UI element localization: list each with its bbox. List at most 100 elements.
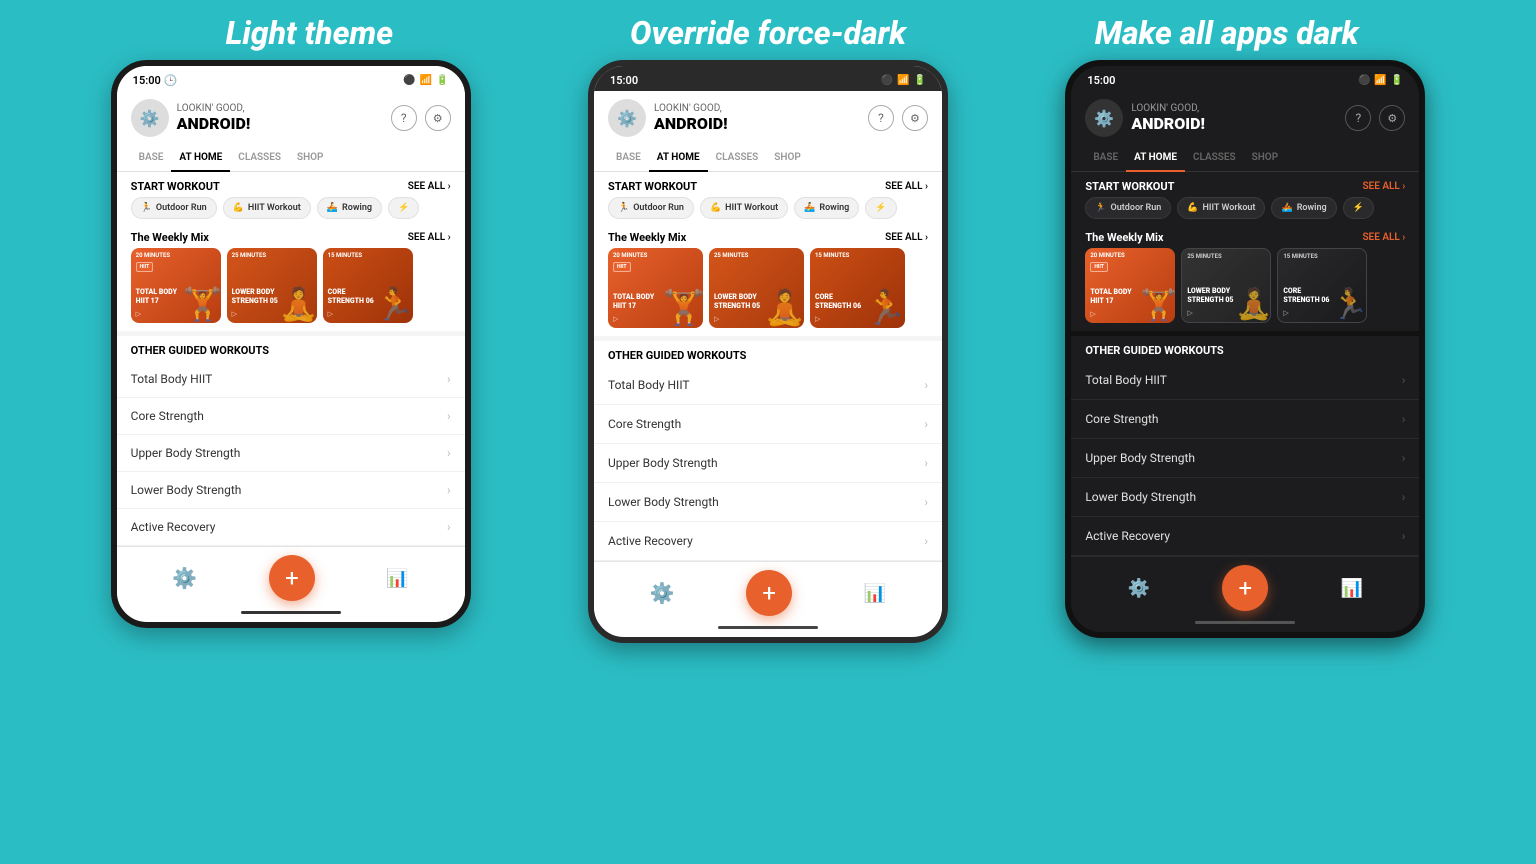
help-icon-vdark[interactable]: ? [1345, 105, 1371, 131]
chip-outdoor-light[interactable]: 🏃Outdoor Run [131, 197, 217, 219]
list-recovery-light[interactable]: Active Recovery › [117, 509, 465, 546]
wifi-vdark: 📶 [1374, 75, 1386, 86]
card-core-strength-light[interactable]: 15 MINUTES CORESTRENGTH 06 ▷ 🏃 [323, 248, 413, 323]
chip-hiit-light[interactable]: 💪HIIT Workout [223, 197, 311, 219]
camera-dot-vdark: ⚫ [1358, 75, 1370, 86]
start-workout-title-dark: START WORKOUT [608, 180, 697, 193]
card-core-dark[interactable]: 15 MINUTES CORESTRENGTH 06 ▷ 🏃 [810, 248, 905, 328]
heading-make-dark: Make all apps dark [997, 14, 1456, 52]
workout-chips-light: 🏃Outdoor Run 💪HIIT Workout 🚣Rowing ⚡ [117, 197, 465, 225]
tab-athome-light[interactable]: AT HOME [171, 145, 230, 172]
nav-workouts-light[interactable]: ⚙️ [172, 566, 197, 590]
workout-chips-dark: 🏃Outdoor Run 💪HIIT Workout 🚣Rowing ⚡ [594, 197, 942, 225]
settings-icon-dark[interactable]: ⚙ [902, 105, 928, 131]
list-total-body-vdark[interactable]: Total Body HIIT › [1071, 361, 1419, 400]
fab-light[interactable]: + [269, 555, 315, 601]
card-core-vdark[interactable]: 15 MINUTES CORESTRENGTH 06 ▷ 🏃 [1277, 248, 1367, 323]
list-core-light[interactable]: Core Strength › [117, 398, 465, 435]
see-all-start-light[interactable]: SEE ALL › [408, 181, 451, 192]
nav-stats-vdark[interactable]: 📊 [1341, 578, 1363, 599]
status-bar-light: 15:00 🕒 ⚫ 📶 🔋 [117, 66, 465, 91]
list-total-body-dark[interactable]: Total Body HIIT › [594, 366, 942, 405]
weekly-mix-cards-light: 20 MINUTES HIIT TOTAL BODYHIIT 17 ▷ 🏋️ 2… [117, 248, 465, 331]
battery-light: 🔋 [436, 75, 448, 86]
avatar-vdark: ⚙️ [1085, 99, 1123, 137]
nav-stats-dark[interactable]: 📊 [864, 583, 886, 604]
settings-icon-vdark[interactable]: ⚙ [1379, 105, 1405, 131]
see-all-mix-light[interactable]: SEE ALL › [408, 232, 451, 243]
list-lower-dark[interactable]: Lower Body Strength › [594, 483, 942, 522]
time-vdark: 15:00 [1087, 74, 1115, 87]
tab-shop-vdark[interactable]: SHOP [1244, 145, 1287, 171]
list-recovery-dark[interactable]: Active Recovery › [594, 522, 942, 561]
see-all-mix-vdark[interactable]: SEE ALL › [1362, 232, 1405, 243]
chip-more-light[interactable]: ⚡ [388, 197, 419, 219]
nav-workouts-vdark[interactable]: ⚙️ [1128, 578, 1150, 599]
tab-base-light[interactable]: BASE [131, 145, 172, 171]
card-total-body-light[interactable]: 20 MINUTES HIIT TOTAL BODYHIIT 17 ▷ 🏋️ [131, 248, 221, 323]
help-icon-dark[interactable]: ? [868, 105, 894, 131]
help-icon-light[interactable]: ? [391, 105, 417, 131]
see-all-mix-dark[interactable]: SEE ALL › [885, 232, 928, 243]
guided-title-light: OTHER GUIDED WORKOUTS [117, 336, 465, 361]
list-upper-light[interactable]: Upper Body Strength › [117, 435, 465, 472]
tab-classes-light[interactable]: CLASSES [230, 145, 289, 171]
see-all-start-dark[interactable]: SEE ALL › [885, 181, 928, 192]
status-icons-light: ⚫ 📶 🔋 [403, 75, 448, 86]
card-total-body-vdark[interactable]: 20 MINUTES HIIT TOTAL BODYHIIT 17 ▷ 🏋️ [1085, 248, 1175, 323]
avatar-dark: ⚙️ [608, 99, 646, 137]
see-all-start-vdark[interactable]: SEE ALL › [1362, 181, 1405, 192]
user-info-light: LOOKIN' GOOD, ANDROID! [177, 103, 251, 133]
nav-tabs-vdark: BASE AT HOME CLASSES SHOP [1071, 145, 1419, 172]
nav-tabs-light: BASE AT HOME CLASSES SHOP [117, 145, 465, 172]
settings-icon-light[interactable]: ⚙ [425, 105, 451, 131]
tab-classes-dark[interactable]: CLASSES [708, 145, 767, 171]
card-lower-body-dark[interactable]: 25 MINUTES LOWER BODYSTRENGTH 05 ▷ 🧘 [709, 248, 804, 328]
chip-outdoor-dark[interactable]: 🏃Outdoor Run [608, 197, 694, 219]
time-dark: 15:00 [610, 74, 638, 87]
card-total-body-dark[interactable]: 20 MINUTES HIIT TOTAL BODYHIIT 17 ▷ 🏋️ [608, 248, 703, 328]
tab-shop-dark[interactable]: SHOP [766, 145, 809, 171]
chip-hiit-dark[interactable]: 💪HIIT Workout [700, 197, 788, 219]
fab-dark[interactable]: + [746, 570, 792, 616]
avatar-light: ⚙️ [131, 99, 169, 137]
chip-more-dark[interactable]: ⚡ [865, 197, 896, 219]
list-upper-vdark[interactable]: Upper Body Strength › [1071, 439, 1419, 478]
chip-hiit-vdark[interactable]: 💪HIIT Workout [1177, 197, 1265, 219]
wifi-light: 📶 [420, 75, 432, 86]
home-indicator-vdark [1195, 621, 1295, 624]
nav-workouts-dark[interactable]: ⚙️ [650, 581, 675, 605]
username-vdark: ANDROID! [1131, 114, 1205, 133]
status-bar-dark: 15:00 ⚫ 📶 🔋 [594, 66, 942, 91]
card-lower-body-light[interactable]: 25 MINUTES LOWER BODYSTRENGTH 05 ▷ 🧘 [227, 248, 317, 323]
phone-vdark: 15:00 ⚫ 📶 🔋 ⚙️ LOOKIN' GOOD, ANDROID! [1065, 60, 1425, 638]
list-lower-vdark[interactable]: Lower Body Strength › [1071, 478, 1419, 517]
chip-rowing-vdark[interactable]: 🚣Rowing [1271, 197, 1336, 219]
chip-rowing-light[interactable]: 🚣Rowing [317, 197, 382, 219]
nav-tabs-dark: BASE AT HOME CLASSES SHOP [594, 145, 942, 172]
app-header-dark: ⚙️ LOOKIN' GOOD, ANDROID! ? ⚙ [594, 91, 942, 145]
tab-athome-dark[interactable]: AT HOME [649, 145, 708, 172]
chip-outdoor-vdark[interactable]: 🏃Outdoor Run [1085, 197, 1171, 219]
chip-more-vdark[interactable]: ⚡ [1343, 197, 1374, 219]
nav-stats-light[interactable]: 📊 [386, 568, 408, 589]
status-icons-vdark: ⚫ 📶 🔋 [1358, 75, 1403, 86]
tab-base-vdark[interactable]: BASE [1085, 145, 1126, 171]
list-total-body-light[interactable]: Total Body HIIT › [117, 361, 465, 398]
fab-vdark[interactable]: + [1222, 565, 1268, 611]
list-recovery-vdark[interactable]: Active Recovery › [1071, 517, 1419, 556]
page-headers: Light theme Override force-dark Make all… [0, 0, 1536, 60]
tab-classes-vdark[interactable]: CLASSES [1185, 145, 1244, 171]
list-lower-light[interactable]: Lower Body Strength › [117, 472, 465, 509]
home-indicator-light [241, 611, 341, 614]
list-core-vdark[interactable]: Core Strength › [1071, 400, 1419, 439]
tab-shop-light[interactable]: SHOP [289, 145, 332, 171]
card-lower-body-vdark[interactable]: 25 MINUTES LOWER BODYSTRENGTH 05 ▷ 🧘 [1181, 248, 1271, 323]
tab-base-dark[interactable]: BASE [608, 145, 649, 171]
list-core-dark[interactable]: Core Strength › [594, 405, 942, 444]
home-indicator-dark [718, 626, 818, 629]
list-upper-dark[interactable]: Upper Body Strength › [594, 444, 942, 483]
tab-athome-vdark[interactable]: AT HOME [1126, 145, 1185, 172]
chip-rowing-dark[interactable]: 🚣Rowing [794, 197, 859, 219]
time-light: 15:00 🕒 [133, 74, 178, 87]
